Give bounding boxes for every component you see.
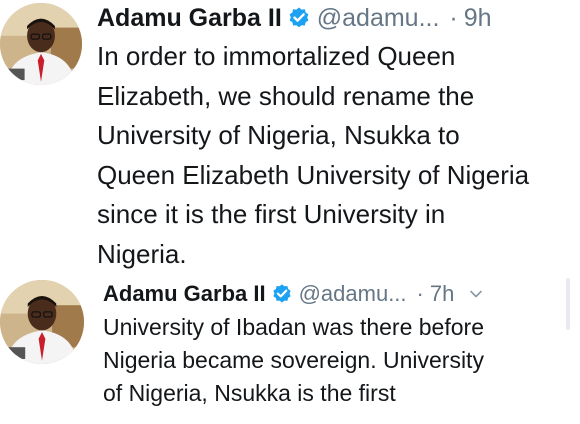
tweet[interactable]: Adamu Garba II @adamu... · 9h In order t… [0,0,580,276]
tweet-text-line: University of Nigeria, Nsukka to [97,120,460,150]
tweet-text-line: Queen Elizabeth University of Nigeria [97,159,530,190]
tweet[interactable]: Adamu Garba II @adamu... · 7h University… [0,276,580,424]
tweet-text-line: Nigeria became sovereign. University [103,347,484,373]
separator-dot: · [449,3,458,32]
avatar[interactable] [0,280,84,364]
author-name[interactable]: Adamu Garba II [103,281,266,307]
tweet-text-line: since it is the first University in [97,199,446,229]
avatar[interactable] [0,3,82,85]
tweet-text: University of Ibadan was there before Ni… [103,311,563,410]
verified-badge-icon [271,283,293,305]
tweet-timestamp[interactable]: 9h [464,4,492,33]
tweet-text-line: In order to immortalized Queen [97,41,456,71]
separator-dot: · [416,281,424,306]
tweet-timestamp[interactable]: 7h [430,281,454,307]
author-name[interactable]: Adamu Garba II [97,4,282,33]
tweet-text-line: University of Ibadan was there before [103,314,484,340]
author-handle[interactable]: @adamu... [299,281,407,307]
tweet-header: Adamu Garba II @adamu... · 9h [97,2,492,34]
tweet-text-line: Elizabeth, we should rename the [97,80,475,111]
verified-badge-icon [287,6,311,30]
chevron-down-icon[interactable] [468,286,484,302]
tweet-text-line: of Nigeria, Nsukka is the first [103,380,396,406]
author-handle[interactable]: @adamu... [317,4,440,33]
scrollbar[interactable] [566,278,570,330]
tweet-header: Adamu Garba II @adamu... · 7h [103,279,484,309]
tweet-text-line: Nigeria. [97,238,187,269]
tweet-text: In order to immortalized Queen Elizabeth… [97,37,580,274]
